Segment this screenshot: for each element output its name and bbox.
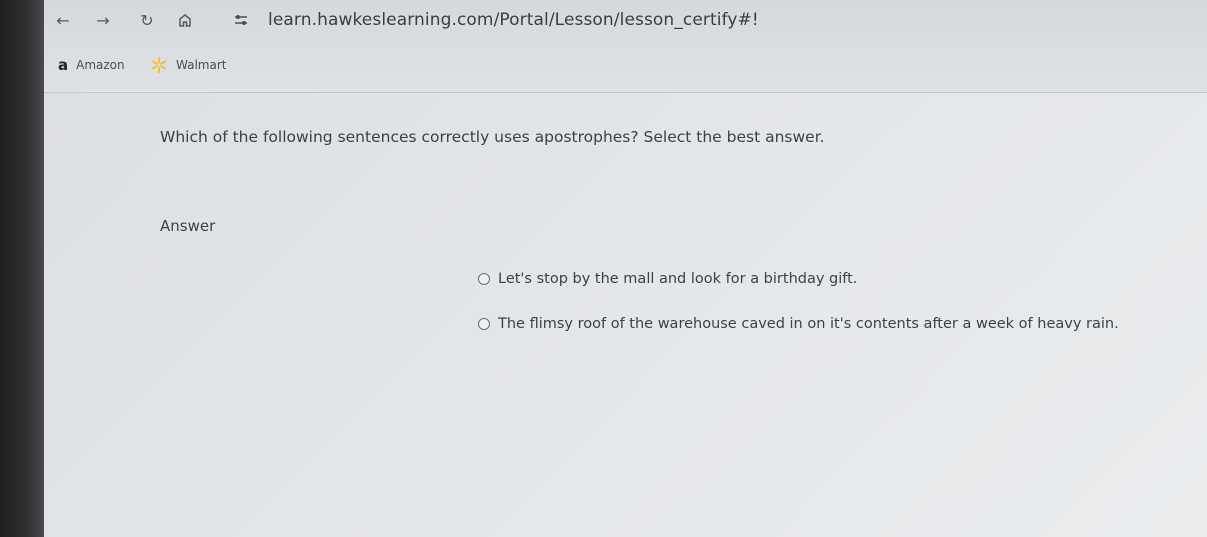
answer-label: Answer xyxy=(160,217,216,235)
radio-button[interactable] xyxy=(478,273,490,285)
answer-option-text: The flimsy roof of the warehouse caved i… xyxy=(498,316,1119,332)
browser-chrome: ← → ↻ learn.hawkeslearning.com/Portal/Le… xyxy=(44,0,1207,93)
answer-option-text: Let's stop by the mall and look for a bi… xyxy=(498,271,858,287)
site-info-icon[interactable] xyxy=(230,9,252,31)
screen-bezel xyxy=(0,0,44,537)
reload-icon: ↻ xyxy=(140,10,154,30)
lesson-content: Which of the following sentences correct… xyxy=(44,93,1207,537)
bookmark-label: Walmart xyxy=(176,58,227,72)
answer-option-1[interactable]: Let's stop by the mall and look for a bi… xyxy=(478,271,857,287)
back-button[interactable]: ← xyxy=(50,7,76,33)
walmart-spark-icon xyxy=(150,56,168,74)
url-text[interactable]: learn.hawkeslearning.com/Portal/Lesson/l… xyxy=(268,10,759,30)
address-bar[interactable]: learn.hawkeslearning.com/Portal/Lesson/l… xyxy=(230,6,1190,34)
question-text: Which of the following sentences correct… xyxy=(160,128,825,146)
bookmarks-bar: a Amazon Walmart xyxy=(44,52,1207,80)
home-button[interactable] xyxy=(172,7,198,33)
forward-button[interactable]: → xyxy=(90,7,116,33)
bookmark-walmart[interactable]: Walmart xyxy=(150,56,226,74)
browser-toolbar: ← → ↻ learn.hawkeslearning.com/Portal/Le… xyxy=(44,0,1207,40)
reload-button[interactable]: ↻ xyxy=(134,7,160,33)
home-icon xyxy=(179,14,191,27)
amazon-icon: a xyxy=(58,56,69,74)
radio-button[interactable] xyxy=(478,318,490,330)
bookmark-amazon[interactable]: a Amazon xyxy=(58,56,125,74)
arrow-left-icon: ← xyxy=(56,10,70,30)
answer-option-2[interactable]: The flimsy roof of the warehouse caved i… xyxy=(478,316,1119,332)
tune-icon xyxy=(235,15,247,25)
bookmark-label: Amazon xyxy=(76,58,125,72)
arrow-right-icon: → xyxy=(96,10,110,30)
